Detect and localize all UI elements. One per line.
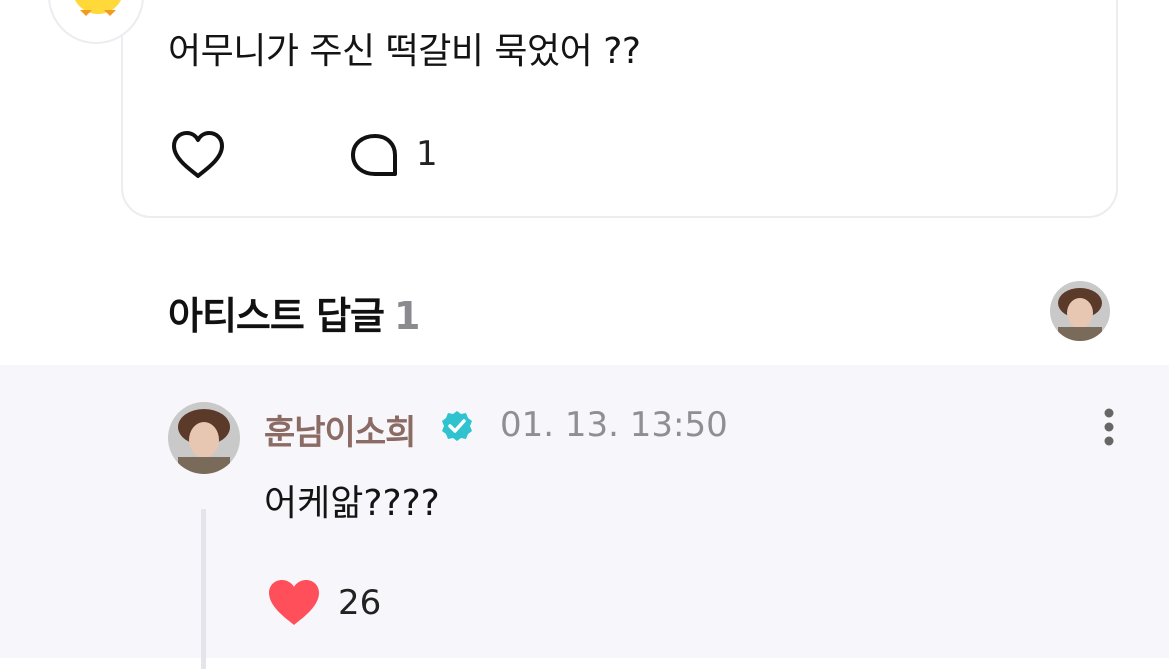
artist-reply-header: 아티스트 답글 1 [168, 285, 420, 340]
reply-section: 훈남이소희 01. 13. 13:50 어케앎???? 26 [0, 365, 1169, 669]
reply-author-name[interactable]: 훈남이소희 [264, 405, 416, 454]
post-text: 어무니가 주신 떡갈비 묵었어 ?? [168, 31, 641, 72]
thread-line [201, 509, 206, 669]
reply-timestamp: 01. 13. 13:50 [500, 405, 728, 445]
heart-outline-icon[interactable] [170, 130, 226, 180]
reply-like-count: 26 [338, 583, 382, 623]
artist-photo-icon [1050, 281, 1110, 341]
artist-reply-count: 1 [394, 294, 420, 338]
reply-text: 어케앎???? [264, 483, 440, 524]
heart-filled-icon[interactable] [267, 578, 321, 628]
artist-reply-label: 아티스트 답글 [168, 294, 385, 338]
comment-count: 1 [416, 134, 438, 174]
verified-badge-icon [442, 411, 472, 441]
artist-photo-icon [168, 402, 240, 474]
reply-author-avatar[interactable] [168, 402, 240, 474]
more-options-icon[interactable] [1096, 407, 1122, 447]
artist-avatar-small[interactable] [1050, 281, 1110, 341]
comment-icon[interactable] [349, 132, 401, 180]
